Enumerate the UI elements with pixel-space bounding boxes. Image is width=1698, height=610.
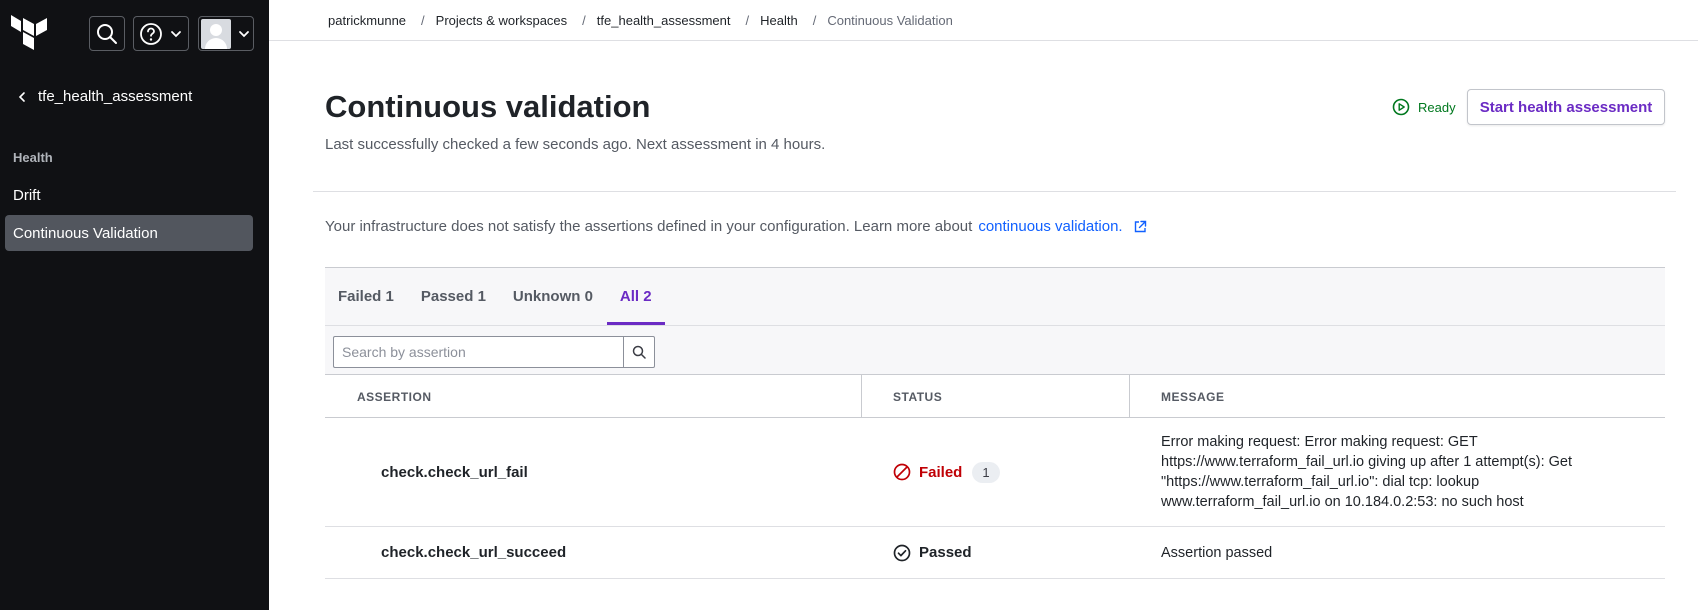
failure-count-badge: 1 — [972, 461, 1000, 483]
search-icon — [632, 345, 646, 359]
sidebar-item-continuous-validation[interactable]: Continuous Validation — [5, 215, 253, 251]
tab-failed[interactable]: Failed 1 — [325, 268, 407, 325]
breadcrumb: patrickmunne / Projects & workspaces / t… — [269, 0, 1698, 41]
breadcrumb-org[interactable]: patrickmunne — [328, 13, 406, 28]
tab-all[interactable]: All 2 — [606, 268, 665, 325]
last-checked-text: Last successfully checked a few seconds … — [325, 136, 826, 153]
assertion-name: check.check_url_fail — [381, 463, 528, 481]
failed-icon — [893, 463, 911, 481]
column-header-message: MESSAGE — [1161, 389, 1225, 404]
filter-panel: Failed 1 Passed 1 Unknown 0 All 2 — [325, 267, 1665, 375]
column-header-assertion: ASSERTION — [357, 389, 432, 404]
breadcrumb-current: Continuous Validation — [827, 12, 953, 28]
search-submit-button[interactable] — [623, 336, 655, 368]
page-title: Continuous validation — [325, 89, 651, 124]
avatar — [201, 18, 231, 49]
table-row: check.check_url_succeed Passed Assertion… — [325, 527, 1665, 579]
divider — [313, 191, 1676, 192]
info-message: Your infrastructure does not satisfy the… — [325, 218, 1147, 235]
table-row: check.check_url_fail Failed 1 Error maki… — [325, 418, 1665, 527]
info-text: Your infrastructure does not satisfy the… — [325, 218, 973, 235]
workspace-back-link[interactable]: tfe_health_assessment — [16, 88, 192, 105]
continuous-validation-link[interactable]: continuous validation. — [978, 218, 1122, 235]
breadcrumb-health[interactable]: Health — [760, 13, 798, 28]
tab-passed[interactable]: Passed 1 — [408, 268, 499, 325]
breadcrumb-workspace[interactable]: tfe_health_assessment — [597, 13, 731, 28]
sidebar-item-drift[interactable]: Drift — [5, 177, 253, 213]
status-label: Failed — [919, 463, 963, 481]
search-button[interactable] — [89, 16, 125, 51]
play-circle-icon — [1392, 98, 1410, 116]
help-menu-button[interactable] — [133, 16, 189, 51]
chevron-down-icon — [171, 30, 181, 37]
search-bar — [333, 336, 655, 368]
column-header-status: STATUS — [893, 389, 943, 404]
help-icon — [140, 22, 162, 45]
chevron-left-icon — [18, 91, 25, 102]
user-menu-button[interactable] — [198, 16, 254, 51]
table-header: ASSERTION STATUS MESSAGE — [325, 375, 1665, 418]
search-icon — [97, 23, 117, 44]
status-badge: Ready — [1392, 98, 1456, 116]
nav-heading-health: Health — [13, 150, 53, 165]
status-tabs: Failed 1 Passed 1 Unknown 0 All 2 — [325, 268, 666, 325]
message-text: Assertion passed — [1161, 544, 1273, 561]
search-input[interactable] — [333, 336, 623, 368]
breadcrumb-projects[interactable]: Projects & workspaces — [436, 13, 568, 28]
tab-unknown[interactable]: Unknown 0 — [500, 268, 606, 325]
status-label: Ready — [1418, 99, 1456, 115]
check-circle-icon — [893, 544, 911, 561]
status-label: Passed — [919, 544, 972, 561]
start-health-assessment-button[interactable]: Start health assessment — [1467, 89, 1665, 125]
status-cell: Failed 1 — [893, 418, 1000, 526]
sidebar: tfe_health_assessment Health Drift Conti… — [0, 0, 269, 610]
message-text: Error making request: Error making reque… — [1161, 434, 1572, 510]
terraform-logo-icon[interactable] — [10, 15, 50, 53]
status-cell: Passed — [893, 527, 972, 578]
workspace-name: tfe_health_assessment — [38, 88, 193, 105]
chevron-down-icon — [239, 30, 249, 37]
assertion-name: check.check_url_succeed — [381, 544, 567, 561]
external-link-icon[interactable] — [1133, 220, 1147, 234]
